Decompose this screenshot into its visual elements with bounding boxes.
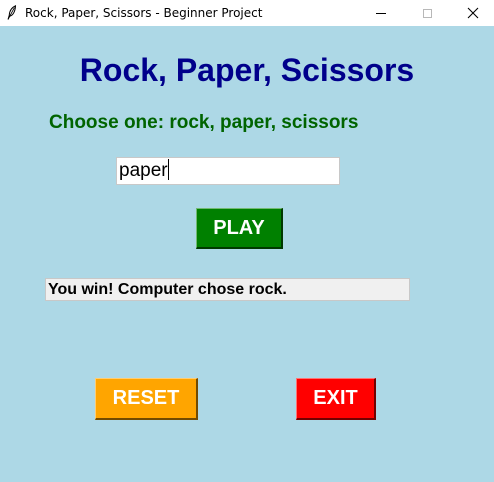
page-title: Rock, Paper, Scissors [79, 52, 415, 88]
reset-button[interactable]: RESET [95, 378, 198, 420]
text-cursor [167, 159, 169, 180]
instruction-label: Choose one: rock, paper, scissors [49, 112, 359, 133]
close-button[interactable] [450, 0, 494, 26]
choice-input-value: paper [119, 160, 168, 181]
close-icon [467, 7, 479, 19]
app-window-body: Rock, Paper, Scissors Choose one: rock, … [0, 26, 494, 482]
maximize-icon [422, 8, 432, 18]
feather-icon [7, 5, 17, 20]
minimize-button[interactable] [358, 0, 404, 26]
play-button[interactable]: PLAY [196, 208, 283, 249]
choice-input[interactable]: paper [116, 157, 340, 185]
result-label: You win! Computer chose rock. [45, 278, 410, 301]
minimize-icon [376, 12, 386, 14]
maximize-button[interactable] [404, 0, 450, 26]
exit-button[interactable]: EXIT [296, 378, 376, 420]
title-bar[interactable]: Rock, Paper, Scissors - Beginner Project [0, 0, 494, 26]
window-title: Rock, Paper, Scissors - Beginner Project [25, 6, 263, 20]
